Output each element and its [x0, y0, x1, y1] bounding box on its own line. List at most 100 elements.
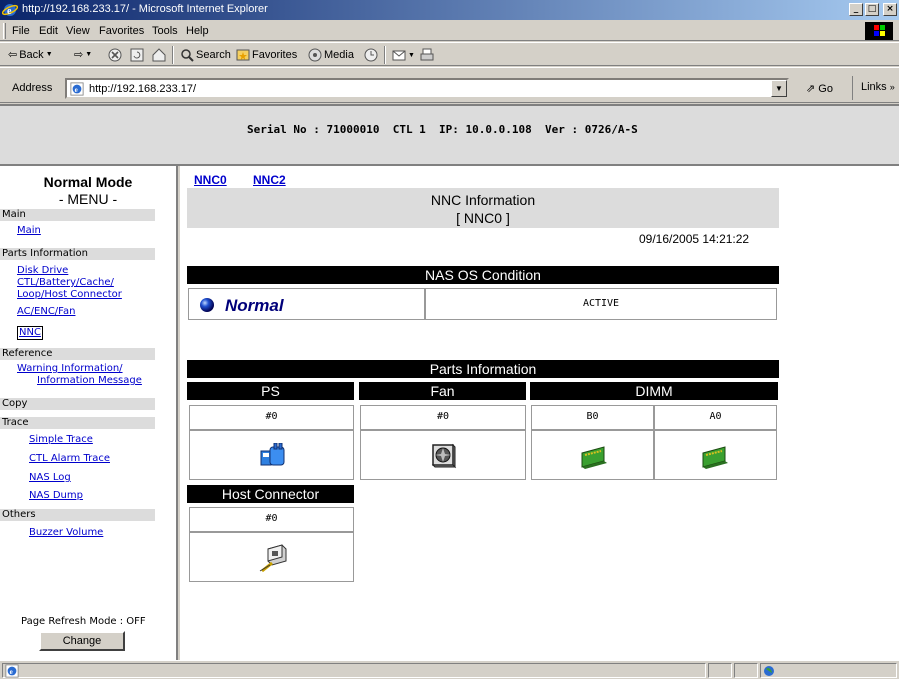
- serial-info: Serial No : 71000010 CTL 1 IP: 10.0.0.10…: [247, 123, 638, 136]
- go-label: Go: [818, 83, 833, 95]
- section-others: Others: [0, 509, 155, 521]
- tab-nnc2[interactable]: NNC2: [253, 173, 286, 187]
- nas-os-status-cell: Normal: [188, 288, 425, 320]
- links-button[interactable]: Links »: [852, 76, 899, 100]
- dropdown-icon: ▼: [45, 51, 53, 58]
- go-arrow-icon: ⇗: [806, 83, 816, 95]
- section-main: Main: [0, 209, 155, 221]
- section-copy: Copy: [0, 398, 155, 410]
- go-button[interactable]: ⇗ Go: [806, 82, 833, 95]
- windows-flag-icon: [865, 22, 893, 40]
- change-button[interactable]: Change: [39, 631, 125, 651]
- address-input[interactable]: e http://192.168.233.17/ ▼: [65, 78, 789, 99]
- menu-file[interactable]: File: [12, 25, 30, 37]
- link-loop-host-connector[interactable]: Loop/Host Connector: [17, 289, 122, 301]
- history-button[interactable]: [364, 48, 378, 62]
- link-ctl-alarm-trace[interactable]: CTL Alarm Trace: [29, 453, 110, 465]
- print-button[interactable]: [420, 48, 434, 62]
- status-bar: e: [0, 660, 899, 679]
- back-arrow-icon: ⇦: [8, 49, 18, 61]
- search-button[interactable]: Search: [180, 48, 231, 62]
- link-main[interactable]: Main: [17, 225, 41, 237]
- link-warning-information[interactable]: Warning Information/: [17, 363, 123, 375]
- stop-button[interactable]: [108, 48, 122, 62]
- link-information-message[interactable]: Information Message: [37, 375, 142, 387]
- parts-information-header: Parts Information: [187, 360, 779, 378]
- forward-arrow-icon: ⇨: [74, 49, 84, 61]
- svg-text:e: e: [10, 668, 13, 676]
- standard-toolbar: ⇦ Back ▼ ⇨ ▼ Search Favorites Media ▼: [0, 42, 899, 66]
- dimm-b0-id: B0: [531, 405, 654, 430]
- chevron-right-icon: »: [889, 82, 895, 92]
- address-url: http://192.168.233.17/: [89, 83, 197, 95]
- ps-header: PS: [187, 382, 354, 400]
- address-label: Address: [12, 82, 53, 94]
- forward-button[interactable]: ⇨ ▼: [74, 48, 92, 61]
- toolbar-separator: [384, 46, 386, 64]
- internet-zone-globe-icon: [764, 666, 774, 676]
- history-icon: [364, 48, 378, 62]
- link-nnc[interactable]: NNC: [17, 326, 43, 340]
- page-ie-icon: e: [5, 664, 19, 678]
- home-button[interactable]: [152, 48, 166, 62]
- menu-edit[interactable]: Edit: [39, 25, 58, 37]
- dropdown-icon: ▼: [408, 51, 415, 59]
- address-dropdown-button[interactable]: ▼: [771, 80, 787, 97]
- content-frame: NNC0 NNC2 NNC Information [ NNC0 ] 09/16…: [180, 166, 899, 660]
- menu-help[interactable]: Help: [186, 25, 209, 37]
- mail-icon: [392, 50, 406, 61]
- section-parts-information: Parts Information: [0, 248, 155, 260]
- menu-tools[interactable]: Tools: [152, 25, 178, 37]
- dimm-a0-icon-cell: [654, 430, 777, 480]
- link-ac-enc-fan[interactable]: AC/ENC/Fan: [17, 306, 75, 318]
- links-label: Links: [861, 81, 887, 93]
- section-trace: Trace: [0, 417, 155, 429]
- status-pane-lock: [734, 663, 758, 678]
- link-nas-dump[interactable]: NAS Dump: [29, 490, 83, 502]
- refresh-button[interactable]: [130, 48, 144, 62]
- mail-button[interactable]: ▼: [392, 48, 415, 62]
- favorites-button[interactable]: Favorites: [236, 48, 297, 62]
- refresh-icon: [130, 48, 144, 62]
- timestamp: 09/16/2005 14:21:22: [639, 232, 750, 246]
- menu-view[interactable]: View: [66, 25, 90, 37]
- link-buzzer-volume[interactable]: Buzzer Volume: [29, 527, 103, 539]
- host-connector-header: Host Connector: [187, 485, 354, 503]
- page-ie-icon: e: [70, 82, 84, 96]
- address-bar: Address e http://192.168.233.17/ ▼ ⇗ Go …: [0, 67, 899, 103]
- svg-text:e: e: [7, 6, 12, 17]
- page-title: NNC Information: [430, 192, 536, 208]
- tab-nnc0[interactable]: NNC0: [194, 173, 227, 187]
- memory-module-icon: [702, 446, 728, 469]
- status-pane-progress: [708, 663, 732, 678]
- menu-grip: [3, 23, 6, 39]
- media-icon: [308, 48, 322, 62]
- maximize-button[interactable]: □: [865, 3, 879, 16]
- serial-header-frame: Serial No : 71000010 CTL 1 IP: 10.0.0.10…: [0, 104, 899, 166]
- media-button[interactable]: Media: [308, 48, 354, 62]
- menu-favorites[interactable]: Favorites: [99, 25, 144, 37]
- stop-icon: [108, 48, 122, 62]
- window-title: http://192.168.233.17/ - Microsoft Inter…: [22, 3, 268, 15]
- close-button[interactable]: ×: [883, 3, 897, 16]
- ps-id: #0: [189, 405, 354, 430]
- svg-text:e: e: [75, 86, 78, 94]
- back-label: Back: [19, 48, 44, 61]
- page-subtitle: [ NNC0 ]: [456, 210, 510, 226]
- link-disk-drive[interactable]: Disk Drive: [17, 265, 68, 277]
- dimm-b0-icon-cell: [531, 430, 654, 480]
- ps-icon-cell: [189, 430, 354, 480]
- left-menu-frame: Normal Mode - MENU - Main Main Parts Inf…: [0, 166, 178, 660]
- dimm-header: DIMM: [530, 382, 778, 400]
- minimize-button[interactable]: _: [849, 3, 863, 16]
- host-connector-id: #0: [189, 507, 354, 532]
- link-ctl-battery-cache[interactable]: CTL/Battery/Cache/: [17, 277, 114, 289]
- link-simple-trace[interactable]: Simple Trace: [29, 434, 93, 446]
- print-icon: [420, 48, 434, 61]
- link-nas-log[interactable]: NAS Log: [29, 472, 71, 484]
- status-orb-icon: [200, 298, 214, 312]
- window-title-bar: e http://192.168.233.17/ - Microsoft Int…: [0, 0, 899, 20]
- fan-icon-cell: [360, 430, 526, 480]
- back-button[interactable]: ⇦ Back ▼: [8, 48, 53, 62]
- ie-logo-icon: e: [2, 4, 18, 17]
